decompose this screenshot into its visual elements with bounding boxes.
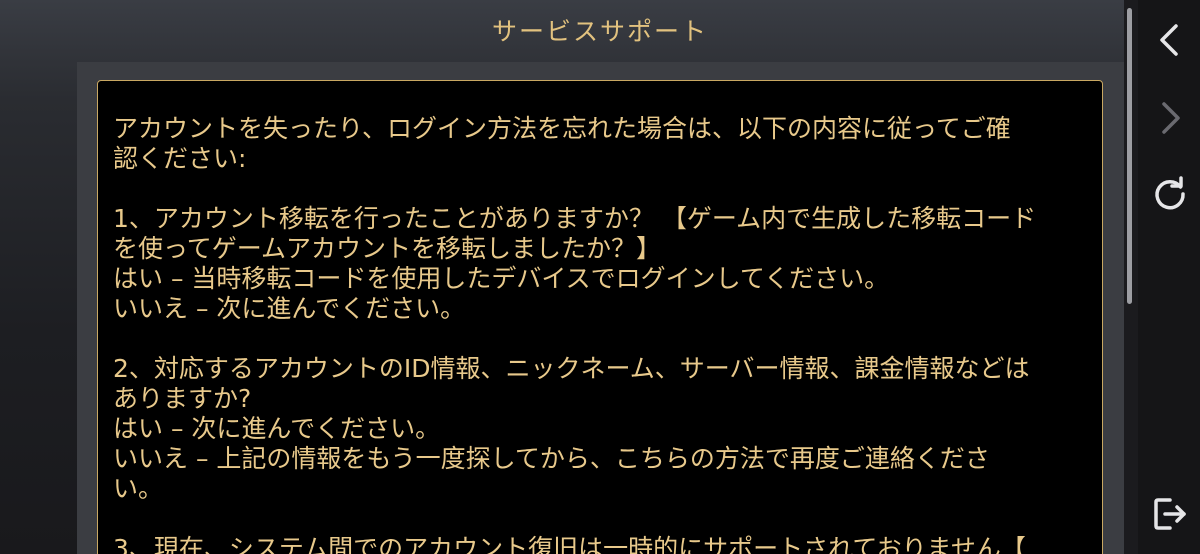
exit-icon [1154,498,1186,530]
support-text: アカウントを失ったり、ログイン方法を忘れた場合は、以下の内容に従ってご確 認くだ… [113,114,1037,554]
app-window: サービスサポート アカウントを失ったり、ログイン方法を忘れた場合は、以下の内容に… [0,0,1200,554]
header: サービスサポート [0,0,1200,58]
support-content-box[interactable]: アカウントを失ったり、ログイン方法を忘れた場合は、以下の内容に従ってご確 認くだ… [97,80,1103,554]
chevron-right-icon [1162,102,1180,134]
exit-button[interactable] [1148,492,1192,536]
page-title: サービスサポート [491,17,708,46]
reload-button[interactable] [1148,172,1192,216]
browser-nav-bar [1138,0,1200,554]
reload-icon [1155,176,1185,210]
forward-button[interactable] [1148,96,1192,140]
back-button[interactable] [1148,18,1192,62]
chevron-left-icon [1160,24,1178,56]
scrollbar[interactable] [1127,8,1132,304]
